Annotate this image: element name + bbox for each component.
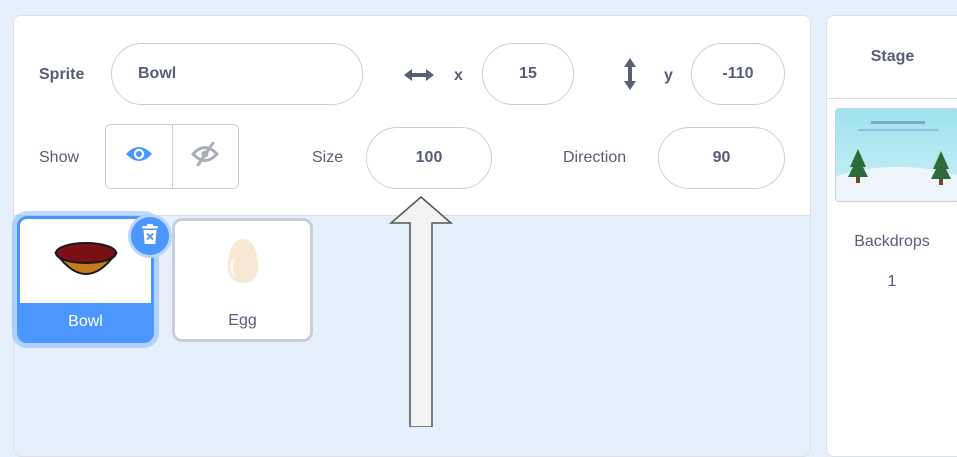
y-position-icon xyxy=(620,56,640,92)
annotation-arrow xyxy=(388,196,454,427)
delete-sprite-button[interactable] xyxy=(128,214,172,258)
bowl-icon xyxy=(53,237,119,286)
size-label: Size xyxy=(312,149,344,166)
sprite-info-panel: Sprite Bowl x 15 y -110 Show Size 100 Di… xyxy=(14,16,810,216)
x-label: x xyxy=(454,67,463,84)
show-label: Show xyxy=(39,149,80,166)
hide-sprite-button[interactable] xyxy=(171,125,238,188)
stage-thumbnail[interactable] xyxy=(835,108,957,202)
visibility-toggle xyxy=(105,124,239,189)
sprite-tile-egg[interactable]: Egg xyxy=(172,218,313,342)
y-label: y xyxy=(664,67,673,84)
stage-pane: Stage Backdrops 1 xyxy=(826,15,957,457)
y-position-input[interactable]: -110 xyxy=(691,43,785,105)
trash-icon xyxy=(140,223,160,250)
backdrops-count: 1 xyxy=(887,273,897,290)
size-input[interactable]: 100 xyxy=(366,127,492,189)
backdrops-label: Backdrops xyxy=(854,233,930,250)
eye-icon xyxy=(125,144,153,169)
egg-icon xyxy=(226,238,260,289)
show-sprite-button[interactable] xyxy=(106,125,172,188)
x-position-icon xyxy=(402,65,436,85)
backdrop-preview-image xyxy=(836,109,957,201)
sprite-label: Sprite xyxy=(39,66,85,83)
stage-title: Stage xyxy=(827,16,957,99)
sprite-tile-label: Egg xyxy=(228,312,257,329)
sprite-name-input[interactable]: Bowl xyxy=(111,43,363,105)
direction-input[interactable]: 90 xyxy=(658,127,785,189)
sprite-tile-label: Bowl xyxy=(68,312,103,330)
eye-slash-icon xyxy=(191,141,220,171)
direction-label: Direction xyxy=(563,149,627,166)
x-position-input[interactable]: 15 xyxy=(482,43,574,105)
sprite-thumbnail xyxy=(175,221,310,305)
